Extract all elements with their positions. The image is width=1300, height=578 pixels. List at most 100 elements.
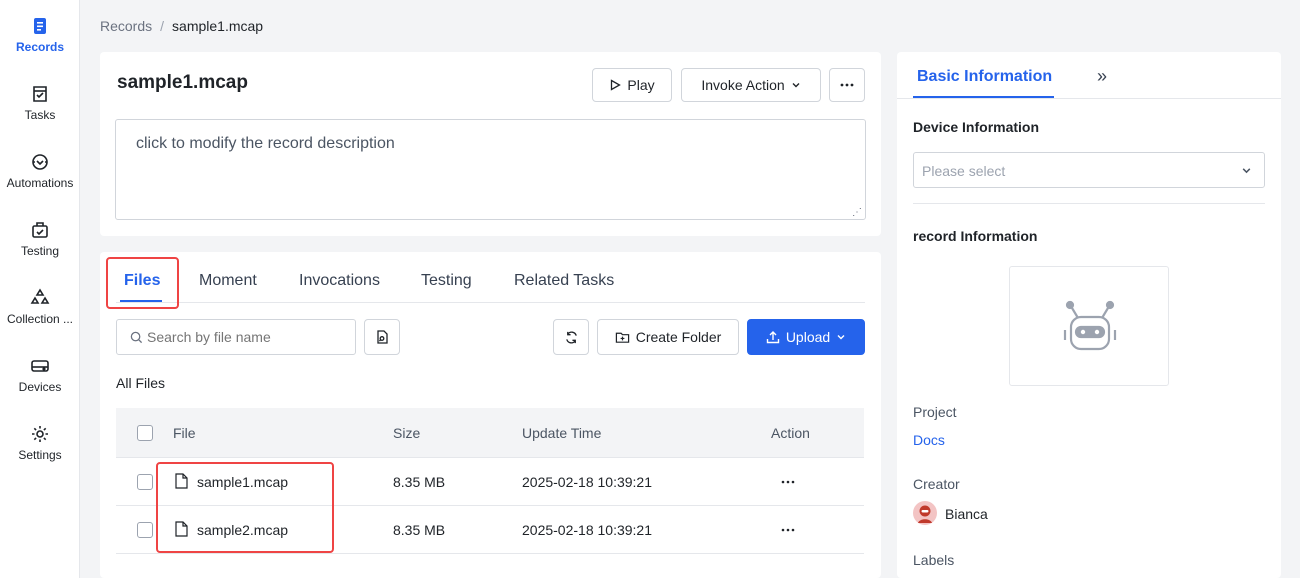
chevron-down-icon: [1242, 168, 1251, 174]
sidebar-item-testing[interactable]: Testing: [0, 220, 80, 280]
select-all-checkbox[interactable]: [137, 425, 153, 441]
creator-label: Creator: [913, 476, 960, 492]
collection-icon: [30, 288, 50, 304]
page-title: sample1.mcap: [117, 72, 248, 93]
device-select[interactable]: Please select: [913, 152, 1265, 188]
sidebar: Records Tasks Automations Testing Collec…: [0, 0, 80, 578]
breadcrumb-separator: /: [160, 18, 165, 34]
file-name[interactable]: sample1.mcap: [197, 474, 288, 490]
column-header-file: File: [173, 425, 196, 441]
sidebar-item-tasks[interactable]: Tasks: [0, 84, 80, 144]
search-box: [116, 319, 356, 355]
avatar: [913, 501, 937, 525]
project-link[interactable]: Docs: [913, 432, 945, 448]
row-more-icon[interactable]: [781, 480, 795, 484]
devices-icon: [31, 360, 49, 372]
file-search-icon: [377, 330, 388, 344]
more-button[interactable]: [829, 68, 865, 102]
tab-files[interactable]: Files: [124, 272, 160, 290]
creator-name: Bianca: [945, 506, 988, 522]
labels-label: Labels: [913, 552, 955, 568]
tasks-icon: [33, 86, 47, 102]
file-size: 8.35 MB: [393, 474, 446, 490]
column-header-size: Size: [393, 425, 421, 441]
file-update-time: 2025-02-18 10:39:21: [522, 522, 652, 538]
breadcrumb-root[interactable]: Records: [100, 18, 152, 34]
search-icon: [130, 331, 143, 344]
sidebar-item-devices[interactable]: Devices: [0, 356, 80, 416]
file-icon: [175, 473, 188, 489]
tab-related-tasks[interactable]: Related Tasks: [514, 272, 614, 290]
sidebar-item-settings[interactable]: Settings: [0, 424, 80, 484]
row-checkbox[interactable]: [137, 522, 153, 538]
upload-label: Upload: [785, 329, 831, 345]
search-input[interactable]: [147, 320, 351, 354]
tabs-divider: [116, 302, 865, 303]
project-label: Project: [913, 404, 957, 420]
sidebar-item-records[interactable]: Records: [0, 16, 80, 76]
robot-icon: [1063, 300, 1117, 351]
column-header-action: Action: [771, 425, 810, 441]
records-icon: [34, 18, 46, 34]
info-section-divider: [913, 203, 1265, 204]
resize-handle-icon[interactable]: ⋰: [852, 208, 862, 218]
tab-invocations[interactable]: Invocations: [299, 272, 380, 290]
testing-icon: [32, 222, 48, 238]
sidebar-item-label: Testing: [20, 244, 60, 258]
play-button[interactable]: Play: [592, 68, 672, 102]
sidebar-item-label: Collection ...: [6, 312, 74, 326]
file-size: 8.35 MB: [393, 522, 446, 538]
info-tabs-divider: [897, 98, 1281, 99]
tab-moment[interactable]: Moment: [199, 272, 257, 290]
sidebar-item-label: Records: [15, 40, 65, 54]
device-select-placeholder: Please select: [922, 163, 1006, 179]
files-card: Files Moment Invocations Testing Related…: [100, 252, 881, 578]
record-information-heading: record Information: [913, 228, 1038, 244]
automations-icon: [32, 154, 48, 170]
breadcrumb-current: sample1.mcap: [172, 18, 264, 34]
row-checkbox[interactable]: [137, 474, 153, 490]
refresh-icon: [565, 331, 577, 343]
gear-icon: [32, 426, 48, 442]
file-name[interactable]: sample2.mcap: [197, 522, 288, 538]
table-row[interactable]: sample1.mcap 8.35 MB 2025-02-18 10:39:21: [116, 458, 864, 506]
play-icon: [611, 79, 622, 91]
create-folder-button[interactable]: Create Folder: [597, 319, 739, 355]
section-label: All Files: [116, 375, 166, 391]
record-thumbnail: [1009, 266, 1169, 386]
sidebar-item-collection[interactable]: Collection ...: [0, 288, 80, 348]
table-row[interactable]: sample2.mcap 8.35 MB 2025-02-18 10:39:21: [116, 506, 864, 554]
chevron-down-icon: [792, 83, 800, 88]
record-header-card: sample1.mcap Play Invoke Action click to…: [100, 52, 881, 236]
tab-active-indicator: [120, 300, 162, 302]
chevron-down-icon: [837, 335, 845, 340]
file-update-time: 2025-02-18 10:39:21: [522, 474, 652, 490]
refresh-button[interactable]: [553, 319, 589, 355]
sidebar-item-automations[interactable]: Automations: [0, 152, 80, 212]
file-icon: [175, 521, 188, 537]
row-more-icon[interactable]: [781, 528, 795, 532]
tab-basic-information[interactable]: Basic Information: [917, 68, 1052, 86]
create-folder-label: Create Folder: [635, 329, 722, 345]
upload-button[interactable]: Upload: [747, 319, 865, 355]
table-header: File Size Update Time Action: [116, 408, 864, 458]
folder-add-icon: [615, 332, 629, 343]
sidebar-item-label: Automations: [6, 176, 74, 190]
play-label: Play: [627, 77, 655, 93]
device-information-heading: Device Information: [913, 119, 1040, 135]
more-icon: [840, 83, 854, 87]
files-table: File Size Update Time Action sample1.mca…: [116, 408, 864, 558]
sidebar-item-label: Settings: [18, 448, 62, 462]
file-filter-button[interactable]: [364, 319, 400, 355]
expand-icon[interactable]: »: [1097, 66, 1107, 87]
description-textarea[interactable]: click to modify the record description ⋰: [115, 119, 866, 220]
breadcrumb: Records / sample1.mcap: [100, 18, 263, 34]
description-placeholder: click to modify the record description: [136, 135, 395, 152]
invoke-action-label: Invoke Action: [701, 77, 785, 93]
sidebar-item-label: Devices: [18, 380, 62, 394]
tab-testing[interactable]: Testing: [421, 272, 472, 290]
upload-icon: [766, 331, 780, 344]
info-panel: Basic Information » Device Information P…: [897, 52, 1281, 578]
column-header-update-time: Update Time: [522, 425, 602, 441]
invoke-action-button[interactable]: Invoke Action: [681, 68, 821, 102]
